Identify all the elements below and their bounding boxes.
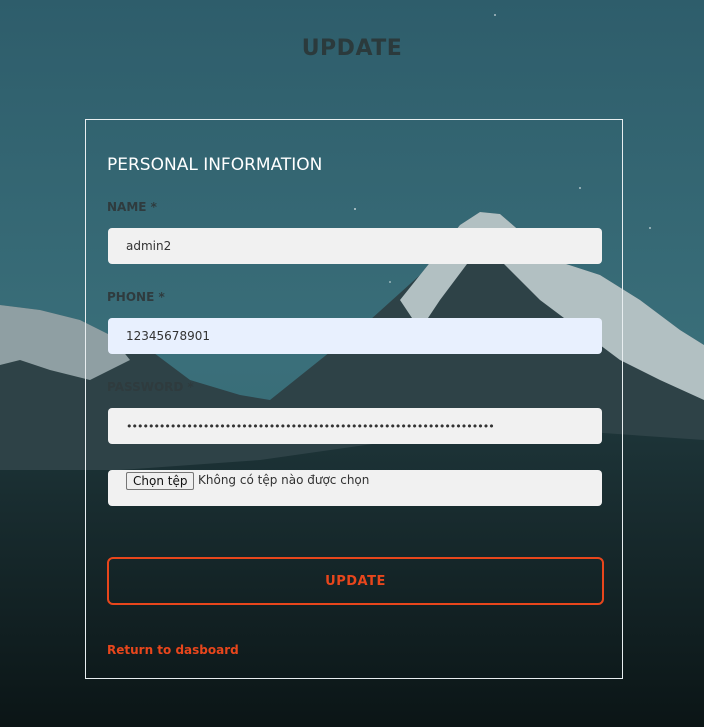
section-title: PERSONAL INFORMATION xyxy=(107,155,323,175)
return-to-dashboard-link[interactable]: Return to dasboard xyxy=(107,643,239,657)
password-input[interactable] xyxy=(108,408,602,444)
update-button[interactable]: UPDATE xyxy=(107,557,604,605)
choose-file-button[interactable]: Chọn tệp xyxy=(126,472,195,490)
phone-label: PHONE * xyxy=(107,290,165,304)
name-input[interactable] xyxy=(108,228,602,264)
name-label: NAME * xyxy=(107,200,157,214)
file-upload-field: Chọn tệp Không có tệp nào được chọn xyxy=(108,470,602,506)
phone-input[interactable] xyxy=(108,318,602,354)
password-label: PASSWORD * xyxy=(107,380,194,394)
file-status-text: Không có tệp nào được chọn xyxy=(198,473,370,487)
page-title: UPDATE xyxy=(301,36,403,61)
update-form-card: PERSONAL INFORMATION NAME * PHONE * PASS… xyxy=(85,119,623,679)
